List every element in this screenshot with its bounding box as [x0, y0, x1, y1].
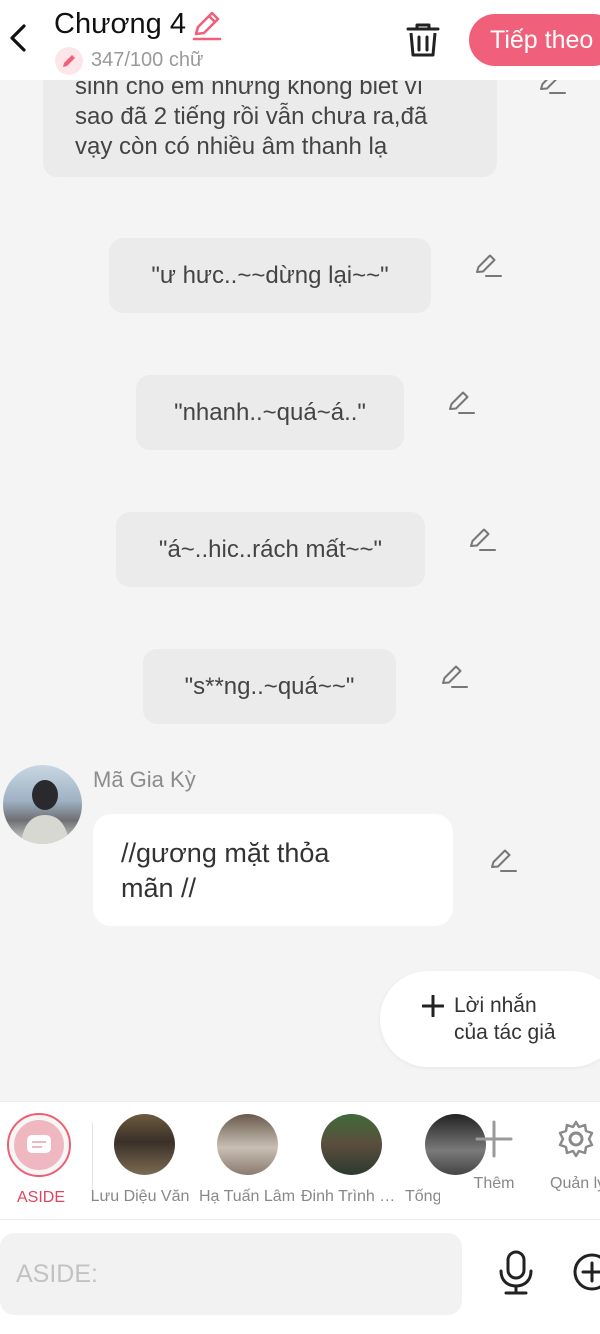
character-name: Lưu Diệu Văn [90, 1188, 190, 1205]
character-avatar [217, 1114, 278, 1175]
character-name: Đinh Trình Hâm [301, 1188, 401, 1205]
narration-line: vạy còn có nhiều âm thanh lạ [75, 133, 388, 160]
pencil-icon [63, 55, 75, 67]
character-avatar[interactable] [3, 765, 82, 844]
back-arrow-icon[interactable] [2, 20, 38, 56]
character-chip[interactable]: Tống [405, 1114, 486, 1214]
chat-bubble-icon [27, 1135, 51, 1153]
add-label: Thêm [473, 1175, 515, 1192]
add-attachment-icon[interactable] [572, 1252, 600, 1292]
chat-area: sinh cho em nhưng không biết vì sao đã 2… [0, 80, 600, 1100]
character-message-bubble[interactable]: //gương mặt thỏa mãn // [93, 814, 453, 926]
character-bar: ASIDE Lưu Diệu Văn Hạ Tuấn Lâm Đinh Trìn… [0, 1101, 600, 1220]
character-chip[interactable]: Hạ Tuấn Lâm [197, 1114, 297, 1214]
aside-label: ASIDE [17, 1189, 66, 1206]
message-line: mãn // [121, 873, 197, 903]
aside-selector[interactable] [7, 1113, 71, 1177]
edit-title-pencil-icon[interactable] [190, 8, 222, 42]
message-input[interactable] [0, 1233, 462, 1315]
plus-icon [475, 1120, 513, 1158]
edit-pencil-icon[interactable] [473, 250, 503, 280]
plus-icon [422, 995, 444, 1017]
author-note-label: của tác giả [454, 1021, 556, 1044]
trash-icon[interactable] [404, 20, 442, 60]
message-line: //gương mặt thỏa [121, 838, 330, 868]
manage-label: Quản lý [550, 1175, 600, 1192]
aside-bubble[interactable]: "s**ng..~quá~~" [143, 649, 396, 724]
compose-bar [0, 1220, 600, 1334]
manage-characters-button[interactable]: Quản lý [540, 1117, 600, 1207]
microphone-icon[interactable] [496, 1250, 536, 1296]
edit-pencil-icon[interactable] [446, 387, 476, 417]
narration-line: sao đã 2 tiếng rồi vẫn chưa ra,đã [75, 103, 428, 130]
character-chip[interactable]: Đinh Trình Hâm [301, 1114, 401, 1214]
gear-icon [558, 1120, 594, 1158]
edit-pencil-icon[interactable] [488, 845, 518, 875]
character-chip[interactable]: Lưu Diệu Văn [90, 1114, 190, 1214]
edit-pencil-icon[interactable] [439, 661, 469, 691]
narration-line: sinh cho em nhưng không biết vì [75, 80, 424, 100]
author-note-label: Lời nhắn [454, 994, 537, 1017]
word-count: 347/100 chữ [91, 49, 204, 71]
speaker-name: Mã Gia Kỳ [93, 767, 196, 792]
next-button[interactable]: Tiếp theo [469, 14, 600, 66]
aside-bubble[interactable]: "ư hưc..~~dừng lại~~" [109, 238, 431, 313]
top-bar: Chương 4 347/100 chữ Tiếp theo [0, 0, 600, 80]
aside-bubble[interactable]: "nhanh..~quá~á.." [136, 375, 404, 450]
character-avatar [321, 1114, 382, 1175]
author-note-button[interactable]: Lời nhắn của tác giả [380, 971, 600, 1067]
aside-avatar [14, 1120, 64, 1170]
add-character-button[interactable]: Thêm [458, 1117, 530, 1207]
character-name: Hạ Tuấn Lâm [198, 1188, 296, 1205]
narration-bubble[interactable]: sinh cho em nhưng không biết vì sao đã 2… [43, 80, 497, 177]
edit-pencil-icon[interactable] [537, 80, 567, 97]
aside-bubble[interactable]: "á~..hic..rách mất~~" [116, 512, 425, 587]
word-count-badge [55, 47, 83, 75]
avatar-photo [21, 780, 69, 844]
chapter-title: Chương 4 [54, 8, 186, 40]
character-name: Tống [405, 1188, 440, 1205]
character-avatar [114, 1114, 175, 1175]
edit-pencil-icon[interactable] [467, 524, 497, 554]
